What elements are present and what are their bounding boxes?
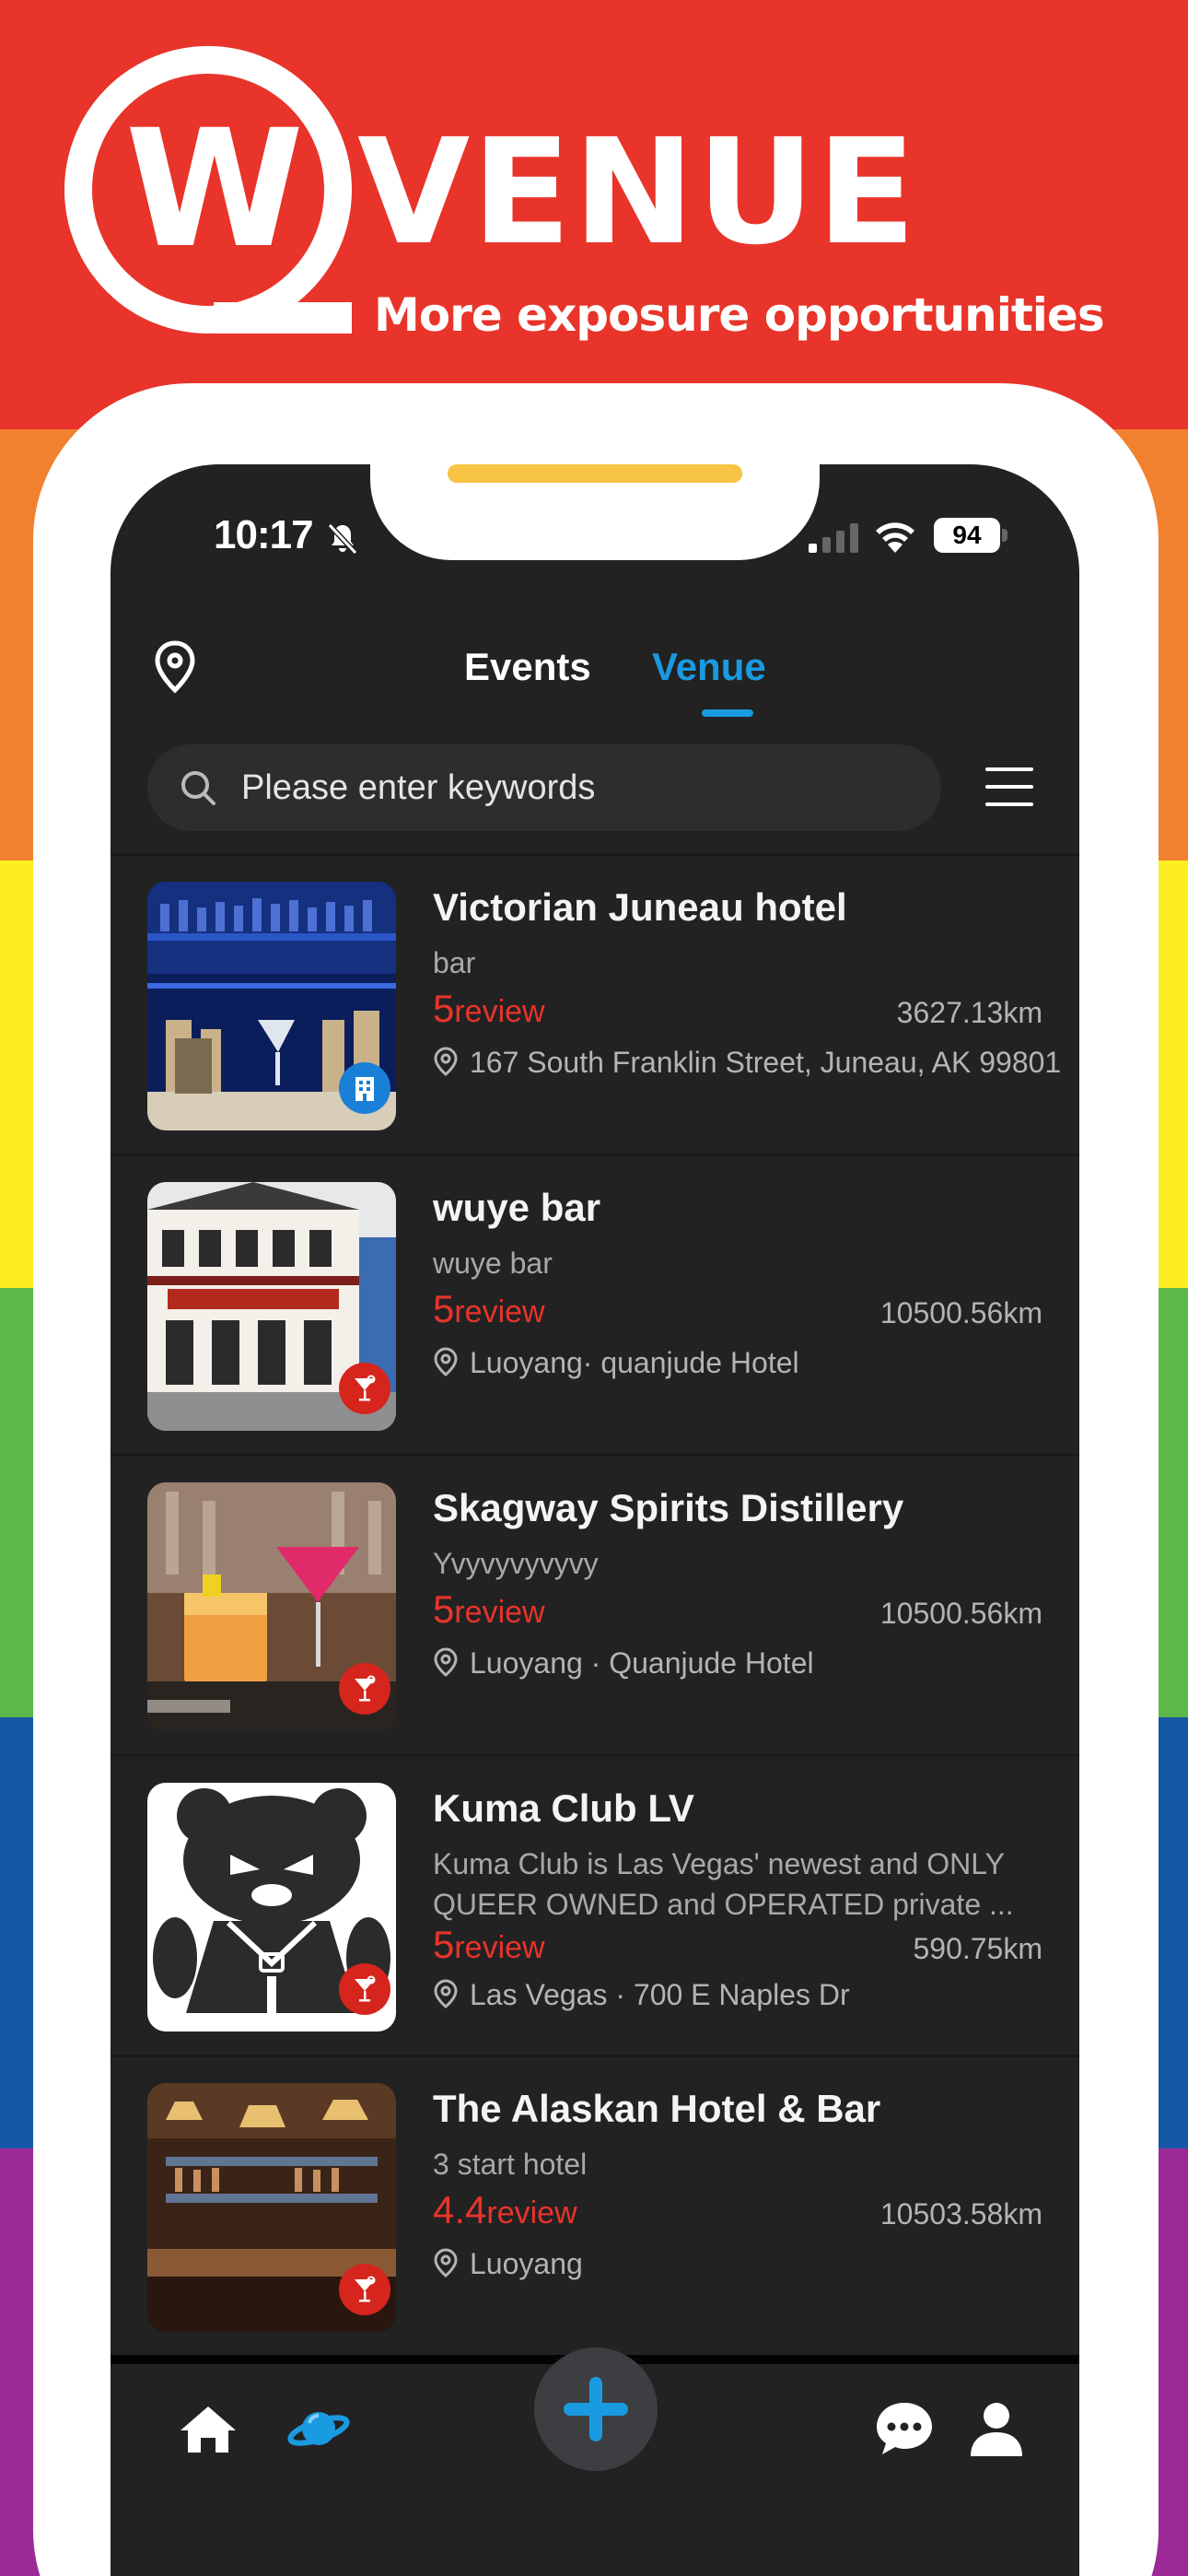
venue-list: Victorian Juneau hotel bar 5review 3627.… <box>111 853 1079 2355</box>
cocktail-icon <box>339 2264 390 2315</box>
location-pin-icon <box>434 1979 458 2008</box>
search-icon <box>181 771 215 805</box>
venue-distance: 3627.13km <box>896 996 1042 1029</box>
status-time: 10:17 <box>214 512 314 557</box>
location-pin-icon <box>434 1047 458 1076</box>
profile-icon[interactable] <box>963 2395 1030 2462</box>
bear-logo <box>147 1783 396 2032</box>
venue-rating: 5review <box>433 1923 545 1967</box>
logo-letter: W <box>124 95 304 284</box>
venue-description: Kuma Club is Las Vegas' newest and ONLY … <box>433 1847 1014 1921</box>
rating-value: 5 <box>433 1923 455 1966</box>
venue-address: Las Vegas · 700 E Naples Dr <box>433 1978 850 2012</box>
hotel-icon <box>339 1062 390 1114</box>
rating-label: review <box>454 994 545 1029</box>
rating-label: review <box>486 2195 577 2231</box>
rating-label: review <box>454 1930 545 1965</box>
cell-signal-icon <box>809 523 858 553</box>
chat-icon[interactable] <box>871 2395 938 2462</box>
tab-venue[interactable]: Venue <box>652 639 766 695</box>
venue-name: Victorian Juneau hotel <box>433 885 847 929</box>
bell-muted-icon <box>327 522 358 556</box>
cocktail-icon <box>339 1363 390 1414</box>
notch-speaker <box>448 464 742 483</box>
venue-rating: 5review <box>433 1287 545 1331</box>
location-pin-icon <box>434 1347 458 1376</box>
venue-card[interactable]: Skagway Spirits Distillery Yvyvyvyvyvy 5… <box>111 1454 1079 1754</box>
venue-card[interactable]: Kuma Club LV Kuma Club is Las Vegas' new… <box>111 1754 1079 2055</box>
venue-distance: 10500.56km <box>879 1296 1042 1329</box>
venue-address: Luoyang · Quanjude Hotel <box>433 1646 814 1680</box>
venue-address: 167 South Franklin Street, Juneau, AK 99… <box>433 1046 1061 1080</box>
address-text: Las Vegas · 700 E Naples Dr <box>470 1978 850 2011</box>
location-pin-icon[interactable] <box>151 639 199 695</box>
venue-type: wuye bar <box>433 1247 553 1280</box>
rating-label: review <box>454 1595 545 1630</box>
wifi-icon <box>876 522 914 553</box>
location-pin-icon <box>434 2248 458 2277</box>
add-icon <box>564 2377 628 2441</box>
venue-distance: 10503.58km <box>879 2197 1042 2231</box>
venue-type: Yvyvyvyvyvy <box>433 1547 599 1580</box>
venue-name: Kuma Club LV <box>433 1786 694 1830</box>
cocktail-icon <box>339 1963 390 2015</box>
venue-rating: 4.4review <box>433 2188 577 2232</box>
cocktails-photo <box>147 1482 396 1731</box>
saloon-interior-photo <box>147 2083 396 2332</box>
search-input[interactable] <box>241 744 904 831</box>
venue-address: Luoyang· quanjude Hotel <box>433 1346 799 1380</box>
search-bar[interactable] <box>147 744 941 831</box>
tab-events[interactable]: Events <box>464 639 591 695</box>
venue-rating: 5review <box>433 987 545 1031</box>
venue-distance: 10500.56km <box>879 1597 1042 1630</box>
rating-value: 5 <box>433 1587 455 1631</box>
logo-tail <box>214 302 352 334</box>
bar-shelves-photo <box>147 882 396 1130</box>
banner-subtitle: More exposure opportunities <box>374 288 1105 342</box>
address-text: Luoyang· quanjude Hotel <box>470 1346 799 1379</box>
rating-value: 4.4 <box>433 2188 487 2231</box>
banner-title: VENUE <box>357 108 918 277</box>
menu-icon[interactable] <box>984 765 1035 809</box>
battery-indicator: 94 <box>934 518 1000 553</box>
venue-name: wuye bar <box>433 1186 601 1229</box>
address-text: Luoyang <box>470 2247 583 2280</box>
rating-value: 5 <box>433 1287 455 1330</box>
app-screen: 10:17 94 Events Venue Please enter keywo… <box>111 464 1079 2576</box>
battery-tip <box>1002 529 1007 542</box>
venue-rating: 5review <box>433 1587 545 1632</box>
explore-planet-icon[interactable] <box>285 2395 352 2462</box>
active-tab-indicator <box>702 709 753 717</box>
home-icon[interactable] <box>175 2395 241 2462</box>
add-button[interactable] <box>534 2348 658 2471</box>
red-onion-saloon-photo <box>147 1182 396 1431</box>
venue-distance: 590.75km <box>913 1932 1042 1965</box>
rating-label: review <box>454 1294 545 1329</box>
venue-type: 3 start hotel <box>433 2148 588 2181</box>
rating-value: 5 <box>433 987 455 1030</box>
address-text: Luoyang · Quanjude Hotel <box>470 1646 814 1680</box>
cocktail-icon <box>339 1663 390 1715</box>
venue-card[interactable]: wuye bar wuye bar 5review 10500.56km Luo… <box>111 1153 1079 1454</box>
venue-type: bar <box>433 946 476 979</box>
venue-name: Skagway Spirits Distillery <box>433 1486 904 1529</box>
address-text: 167 South Franklin Street, Juneau, AK 99… <box>470 1046 1062 1079</box>
venue-card[interactable]: Victorian Juneau hotel bar 5review 3627.… <box>111 853 1079 1153</box>
location-pin-icon <box>434 1647 458 1677</box>
venue-name: The Alaskan Hotel & Bar <box>433 2087 881 2130</box>
venue-card[interactable]: The Alaskan Hotel & Bar 3 start hotel 4.… <box>111 2055 1079 2355</box>
venue-address: Luoyang <box>433 2247 583 2281</box>
